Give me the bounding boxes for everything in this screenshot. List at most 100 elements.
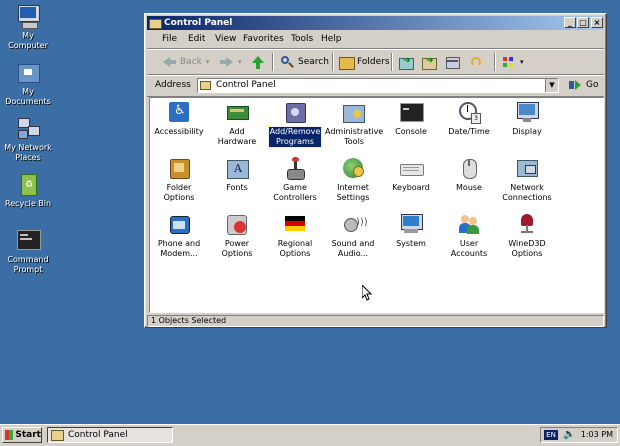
my-documents-icon (16, 60, 40, 84)
sound-audio-icon: ))) (341, 212, 368, 236)
menu-view[interactable]: View (215, 34, 236, 44)
dropdown-arrow-icon[interactable]: ▾ (206, 58, 210, 66)
desktop-icon-command-prompt[interactable]: Command Prompt (0, 228, 56, 275)
move-to-button[interactable]: ➜ (398, 53, 417, 71)
item-label: Display (512, 127, 542, 136)
delete-button[interactable] (444, 53, 463, 71)
taskbar-control-panel[interactable]: Control Panel (47, 427, 173, 443)
item-label: Fonts (226, 183, 248, 192)
up-folder-button[interactable] (250, 53, 269, 71)
item-label: WineD3D Options (508, 239, 546, 258)
folders-icon (338, 54, 355, 70)
item-mouse[interactable]: Mouse (440, 156, 498, 193)
item-system[interactable]: System (382, 212, 440, 249)
desktop-icon-label: My Computer (8, 31, 48, 50)
desktop-icon-my-network-places[interactable]: My Network Places (0, 116, 56, 163)
computer-icon (16, 4, 40, 29)
dropdown-arrow-icon[interactable]: ▾ (238, 58, 242, 66)
item-label: Mouse (456, 183, 482, 192)
search-icon (279, 54, 295, 70)
address-input[interactable]: Control Panel ▼ (197, 78, 559, 93)
folder-options-icon (167, 156, 191, 180)
console-icon (399, 100, 424, 124)
views-button[interactable]: ▾ (501, 53, 524, 71)
command-prompt-icon (16, 228, 41, 252)
control-panel-icon (149, 17, 162, 29)
back-arrow-icon (161, 54, 177, 70)
item-date-time[interactable]: 3 Date/Time (440, 100, 498, 137)
item-console[interactable]: Console (382, 100, 440, 137)
user-accounts-icon (457, 212, 481, 236)
desktop-icon-label: My Network Places (4, 143, 52, 162)
phone-modem-icon (167, 212, 191, 236)
item-regional-options[interactable]: Regional Options (266, 212, 324, 259)
item-accessibility[interactable]: ♿ Accessibility (150, 100, 208, 137)
item-user-accounts[interactable]: User Accounts (440, 212, 498, 259)
language-indicator[interactable]: EN (544, 430, 558, 440)
menu-help[interactable]: Help (321, 34, 342, 44)
control-panel-icon (200, 80, 212, 91)
desktop-icon-my-documents[interactable]: My Documents (0, 60, 56, 107)
item-label: Folder Options (163, 183, 195, 202)
close-button[interactable]: × (591, 17, 603, 28)
system-icon (399, 212, 423, 236)
add-hardware-icon (225, 100, 249, 124)
item-display[interactable]: Display (498, 100, 556, 137)
desktop-icon-my-computer[interactable]: My Computer (0, 4, 56, 51)
go-button[interactable]: Go (569, 79, 598, 91)
item-wined3d-options[interactable]: WineD3D Options (498, 212, 556, 259)
menu-tools[interactable]: Tools (291, 34, 313, 44)
undo-button[interactable] (468, 53, 487, 71)
item-add-remove-programs[interactable]: Add/Remove Programs (266, 100, 324, 148)
internet-settings-icon (341, 156, 365, 180)
display-icon (515, 100, 539, 124)
forward-button[interactable]: ▾ (219, 53, 242, 71)
copy-to-button[interactable]: ➜ (421, 53, 440, 71)
item-label: Sound and Audio... (331, 239, 375, 258)
menu-favorites[interactable]: Favorites (243, 34, 284, 44)
item-phone-and-modem[interactable]: Phone and Modem... (150, 212, 208, 259)
folders-button[interactable]: Folders (338, 53, 390, 71)
fonts-icon: A (225, 156, 249, 180)
item-label: Add Hardware (217, 127, 257, 146)
delete-icon (444, 54, 460, 70)
network-places-icon (16, 116, 40, 140)
menu-edit[interactable]: Edit (188, 34, 205, 44)
task-label: Control Panel (68, 430, 128, 440)
search-button[interactable]: Search (279, 53, 329, 71)
toolbar-separator (391, 53, 393, 71)
desktop-icon-recycle-bin[interactable]: ♻ Recycle Bin (0, 172, 56, 209)
item-game-controllers[interactable]: Game Controllers (266, 156, 324, 203)
date-time-icon: 3 (457, 100, 481, 124)
dropdown-arrow-icon[interactable]: ▾ (520, 58, 524, 66)
item-folder-options[interactable]: Folder Options (150, 156, 208, 203)
items-view: ♿ Accessibility Add Hardware Add/Remove … (149, 97, 604, 313)
menu-file[interactable]: File (162, 34, 177, 44)
volume-icon[interactable]: 🔈 (563, 429, 575, 440)
start-button[interactable]: Start (2, 427, 42, 443)
item-fonts[interactable]: A Fonts (208, 156, 266, 193)
up-arrow-icon (250, 54, 266, 70)
back-button[interactable]: Back ▾ (161, 53, 209, 71)
item-network-connections[interactable]: Network Connections (498, 156, 556, 203)
item-keyboard[interactable]: Keyboard (382, 156, 440, 193)
item-power-options[interactable]: Power Options (208, 212, 266, 259)
address-dropdown-button[interactable]: ▼ (545, 79, 558, 92)
title-bar[interactable]: Control Panel _ □ × (147, 16, 604, 30)
maximize-button[interactable]: □ (577, 17, 589, 28)
item-internet-settings[interactable]: Internet Settings (324, 156, 382, 203)
toolbar-separator (332, 53, 334, 71)
keyboard-icon (399, 156, 424, 180)
recycle-bin-icon: ♻ (16, 172, 40, 196)
system-tray: EN 🔈 1:03 PM (540, 427, 618, 443)
item-add-hardware[interactable]: Add Hardware (208, 100, 266, 147)
regional-options-icon (283, 212, 307, 236)
item-administrative-tools[interactable]: Administrative Tools (324, 100, 383, 147)
minimize-button[interactable]: _ (564, 17, 576, 28)
item-sound-and-audio[interactable]: ))) Sound and Audio... (324, 212, 382, 259)
back-label: Back (180, 57, 202, 67)
administrative-tools-icon (341, 100, 365, 124)
network-connections-icon (515, 156, 539, 180)
item-label: System (396, 239, 426, 248)
menu-bar: File Edit View Favorites Tools Help (147, 32, 604, 49)
